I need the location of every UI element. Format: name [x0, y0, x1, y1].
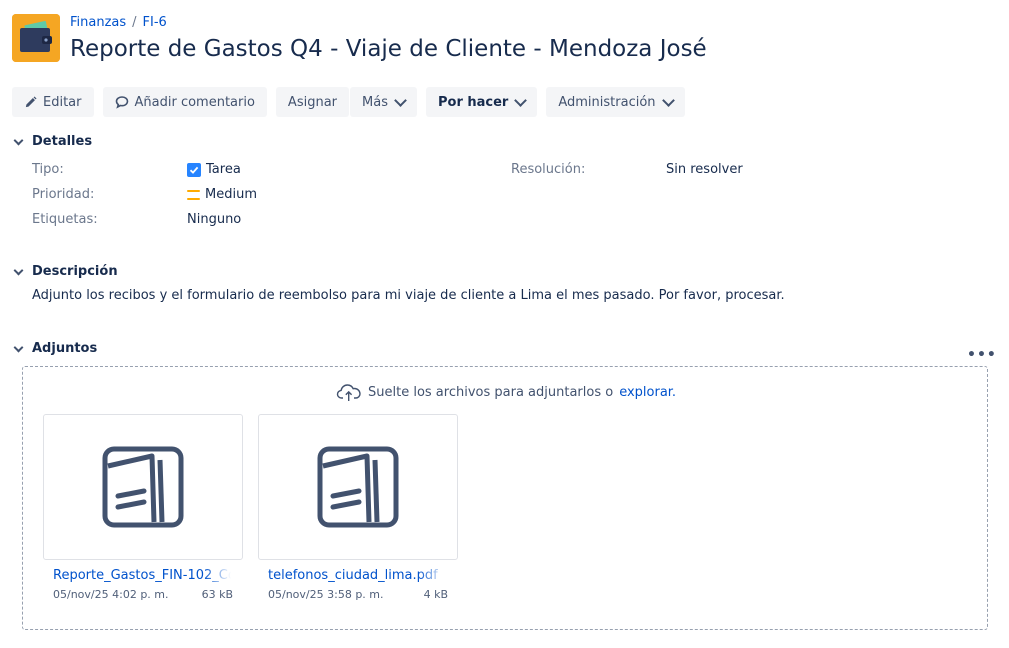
cloud-upload-icon	[336, 384, 361, 401]
attachment-thumbnail[interactable]	[258, 414, 458, 560]
attachments-dropzone[interactable]: Suelte los archivos para adjuntarlos o e…	[22, 366, 988, 630]
attachments-section-toggle[interactable]: Adjuntos	[12, 341, 97, 356]
labels-label: Etiquetas:	[32, 212, 98, 227]
type-value-text: Tarea	[206, 162, 241, 177]
dropzone-text: Suelte los archivos para adjuntarlos o	[368, 384, 614, 400]
more-button[interactable]: Más	[350, 87, 417, 117]
status-dropdown-button[interactable]: Por hacer	[425, 87, 538, 117]
attachments-more-options-button[interactable]: •••	[967, 347, 997, 363]
details-section-toggle[interactable]: Detalles	[12, 134, 92, 149]
priority-medium-icon	[187, 189, 200, 200]
priority-value: Medium	[187, 187, 257, 202]
document-icon	[102, 446, 184, 528]
document-icon	[317, 446, 399, 528]
attachment-file-name[interactable]: Reporte_Gastos_FIN-102_Co	[53, 568, 231, 583]
attachment-card[interactable]: telefonos_ciudad_lima.pdf 05/nov/25 3:58…	[258, 414, 458, 601]
breadcrumb-separator: /	[132, 15, 137, 30]
type-value: Tarea	[187, 162, 241, 177]
chevron-down-icon	[12, 342, 24, 355]
attachment-date: 05/nov/25 3:58 p. m.	[268, 588, 384, 601]
attachment-date: 05/nov/25 4:02 p. m.	[53, 588, 169, 601]
pencil-icon	[25, 95, 37, 107]
attachment-meta: 05/nov/25 3:58 p. m. 4 kB	[268, 588, 448, 601]
chevron-down-icon	[394, 93, 407, 107]
project-avatar-icon[interactable]	[12, 14, 60, 62]
priority-label: Prioridad:	[32, 187, 95, 202]
administration-label: Administración	[558, 94, 656, 110]
task-checkbox-icon	[187, 162, 201, 177]
assign-button[interactable]: Asignar	[275, 87, 350, 117]
attachments-heading: Adjuntos	[32, 341, 98, 356]
assign-more-group: Asignar Más	[275, 87, 417, 117]
administration-dropdown-button[interactable]: Administración	[546, 87, 685, 117]
breadcrumb-issue-link[interactable]: FI-6	[143, 15, 167, 30]
browse-files-link[interactable]: explorar.	[619, 385, 676, 400]
dropzone-message: Suelte los archivos para adjuntarlos o e…	[336, 382, 676, 402]
status-label: Por hacer	[437, 94, 509, 110]
attachment-size: 63 kB	[201, 588, 233, 601]
page-title: Reporte de Gastos Q4 - Viaje de Cliente …	[70, 36, 707, 62]
attachment-meta: 05/nov/25 4:02 p. m. 63 kB	[53, 588, 233, 601]
description-heading: Descripción	[32, 264, 118, 279]
comment-icon	[115, 96, 128, 109]
more-button-label: Más	[362, 94, 388, 110]
description-section-toggle[interactable]: Descripción	[12, 264, 118, 279]
breadcrumb: Finanzas / FI-6	[70, 15, 167, 30]
issue-toolbar: Editar Añadir comentario Asignar Más Por…	[12, 87, 685, 117]
resolution-value: Sin resolver	[666, 162, 743, 177]
attachment-file-name[interactable]: telefonos_ciudad_lima.pdf	[268, 568, 446, 583]
priority-value-text: Medium	[205, 187, 257, 202]
chevron-down-icon	[661, 93, 675, 107]
description-text[interactable]: Adjunto los recibos y el formulario de r…	[32, 288, 785, 303]
details-heading: Detalles	[32, 134, 93, 149]
chevron-down-icon	[514, 93, 528, 107]
breadcrumb-project-link[interactable]: Finanzas	[70, 15, 126, 30]
add-comment-label: Añadir comentario	[134, 94, 255, 110]
attachment-size: 4 kB	[423, 588, 448, 601]
chevron-down-icon	[12, 135, 24, 148]
labels-value[interactable]: Ninguno	[187, 212, 241, 227]
add-comment-button[interactable]: Añadir comentario	[102, 87, 267, 117]
assign-button-label: Asignar	[287, 94, 338, 110]
resolution-label: Resolución:	[511, 162, 586, 177]
chevron-down-icon	[12, 265, 24, 278]
attachment-thumbnail[interactable]	[43, 414, 243, 560]
edit-button[interactable]: Editar	[12, 87, 94, 117]
attachment-card[interactable]: Reporte_Gastos_FIN-102_Co 05/nov/25 4:02…	[43, 414, 243, 601]
edit-button-label: Editar	[43, 94, 82, 110]
type-label: Tipo:	[32, 162, 64, 177]
